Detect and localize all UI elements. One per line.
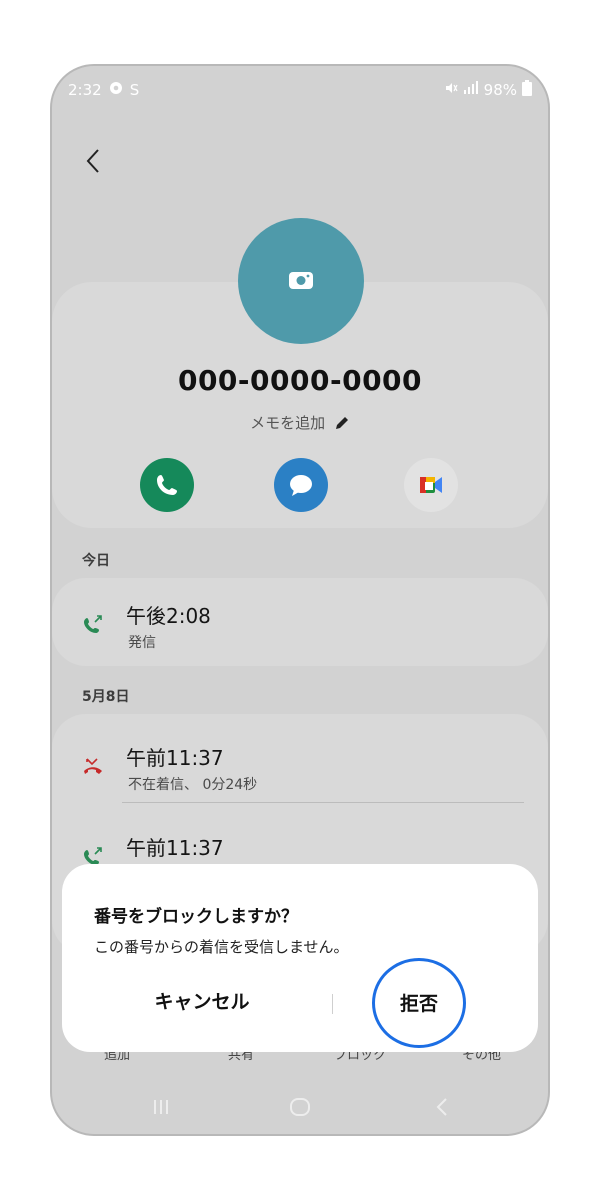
battery-level: 98% (483, 81, 517, 99)
log-entry-type: 不在着信、 0分24秒 (128, 777, 258, 793)
log-entry[interactable]: 午前11:37 不在着信、 0分24秒 (52, 728, 548, 798)
s-indicator: S (129, 81, 140, 99)
phone-number: 000-0000-0000 (177, 364, 423, 397)
recent-apps-icon (154, 1100, 168, 1114)
section-today: 今日 (82, 553, 110, 569)
divider (122, 802, 524, 803)
pencil-icon (335, 416, 348, 429)
call-button[interactable] (140, 458, 194, 512)
back-button[interactable] (80, 146, 110, 176)
add-memo-link[interactable]: メモを追加 (52, 412, 548, 433)
add-memo-label: メモを追加 (250, 414, 326, 432)
missed-call-icon (84, 758, 102, 774)
log-entry-time: 午前11:37 (126, 746, 224, 770)
battery-icon (522, 80, 532, 100)
video-call-icon (420, 477, 442, 493)
message-button[interactable] (274, 458, 328, 512)
recent-apps-button[interactable] (150, 1096, 172, 1122)
navigation-bar (52, 1088, 548, 1128)
home-button[interactable] (288, 1096, 312, 1122)
dialog-description: この番号からの着信を受信しません。 (94, 938, 349, 956)
home-icon (290, 1098, 310, 1116)
section-may8: 5月8日 (82, 689, 130, 705)
back-icon (436, 1098, 447, 1116)
dialog-title: 番号をブロックしますか？ (94, 907, 298, 927)
reject-button[interactable]: 拒否 (372, 958, 466, 1048)
status-time: 2:32 (68, 81, 102, 99)
button-divider (332, 994, 333, 1014)
signal-icon (463, 81, 479, 99)
mute-icon (444, 81, 458, 99)
log-entry[interactable]: 午後2:08 発信 (52, 586, 548, 656)
log-card-today: 午後2:08 発信 (52, 578, 548, 666)
message-icon (290, 475, 312, 496)
outgoing-call-icon (84, 615, 102, 633)
video-call-button[interactable] (404, 458, 458, 512)
contact-avatar[interactable] (238, 218, 364, 344)
camera-icon (289, 272, 313, 289)
log-entry-type: 発信 (128, 635, 156, 651)
block-number-dialog: 番号をブロックしますか？ この番号からの着信を受信しません。 キャンセル 拒否 (62, 864, 538, 1052)
log-entry-time: 午前11:37 (126, 836, 224, 860)
nav-back-button[interactable] (432, 1096, 454, 1122)
log-entry-time: 午後2:08 (126, 604, 211, 628)
phone-icon (157, 475, 177, 495)
chevron-left-icon (86, 149, 99, 173)
cancel-button[interactable]: キャンセル (122, 978, 282, 1024)
status-bar: 2:32 S 98% (52, 66, 548, 112)
gear-icon (108, 80, 124, 100)
